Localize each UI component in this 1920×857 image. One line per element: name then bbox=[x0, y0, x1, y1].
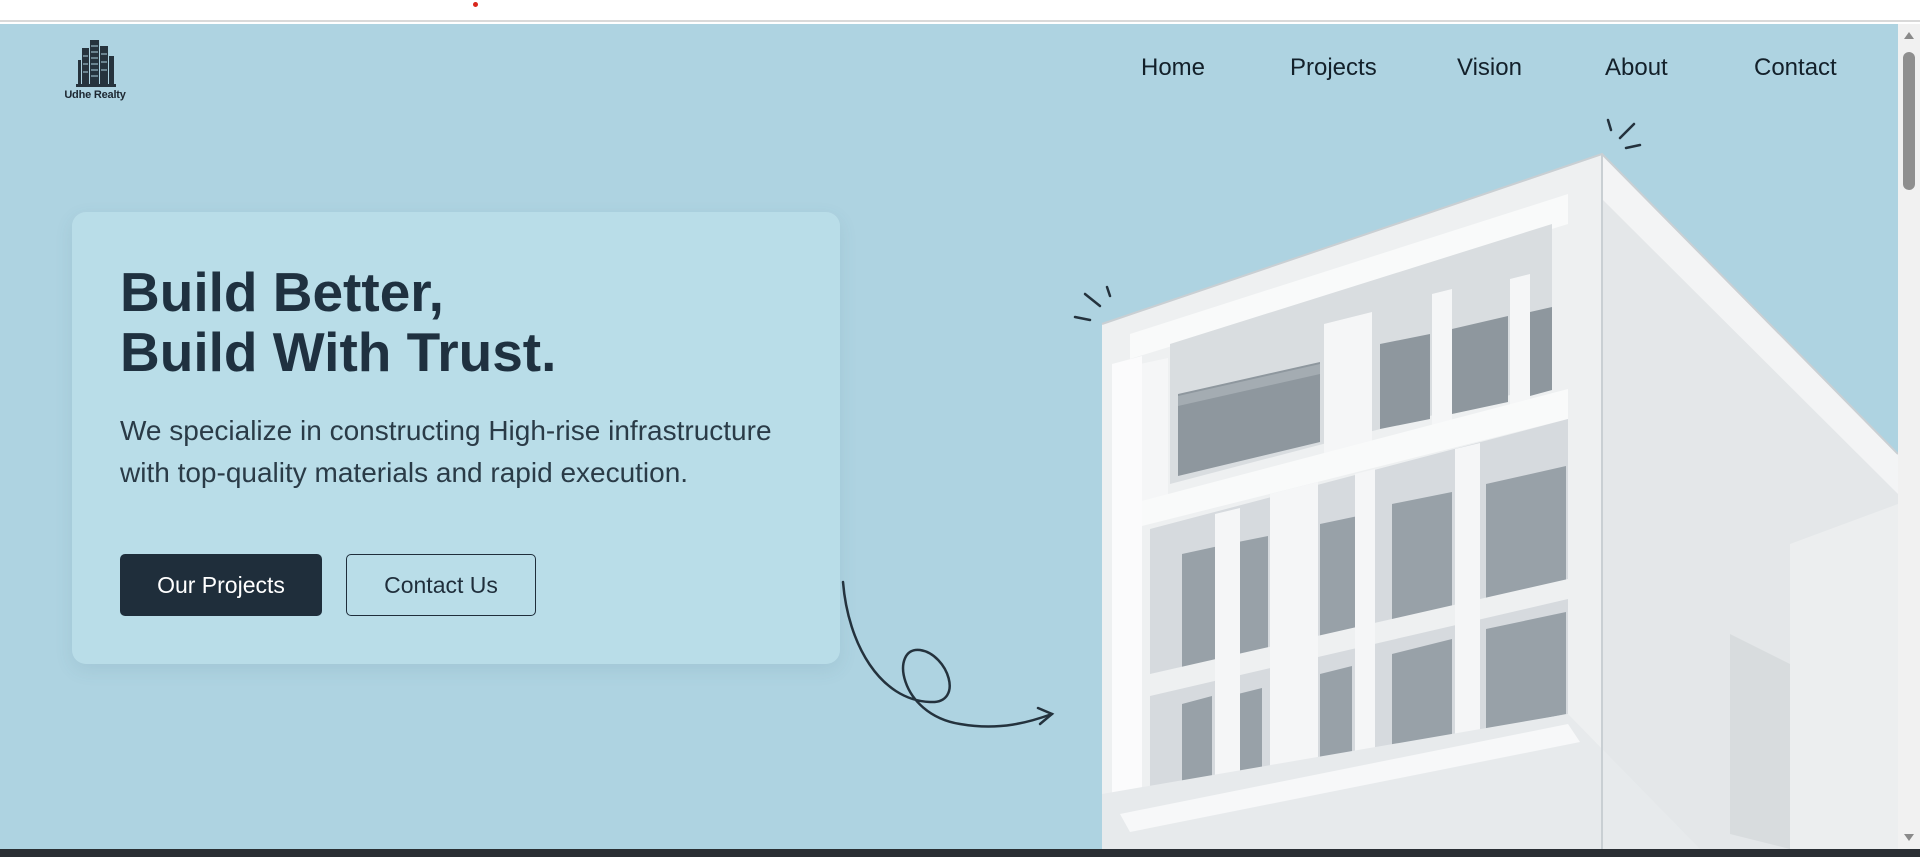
scroll-down-arrow-icon[interactable] bbox=[1904, 834, 1914, 841]
our-projects-button[interactable]: Our Projects bbox=[120, 554, 322, 616]
hero-title-line-1: Build Better, bbox=[120, 261, 444, 323]
recording-indicator-icon bbox=[473, 2, 478, 7]
hero-description: We specialize in constructing High-rise … bbox=[120, 415, 772, 488]
nav-contact[interactable]: Contact bbox=[1754, 54, 1837, 82]
page-viewport: Udhe Realty Home Projects Vision About C… bbox=[0, 24, 1898, 849]
building-logo-icon bbox=[76, 40, 116, 87]
logo-text: Udhe Realty bbox=[64, 89, 126, 101]
hero-title: Build Better, Build With Trust. bbox=[120, 262, 800, 382]
nav-projects[interactable]: Projects bbox=[1290, 54, 1377, 82]
contact-us-button[interactable]: Contact Us bbox=[346, 554, 536, 616]
brand-logo[interactable]: Udhe Realty bbox=[62, 34, 128, 104]
browser-top-bar bbox=[0, 0, 1920, 22]
scrollbar-thumb[interactable] bbox=[1903, 52, 1915, 190]
hero-card: Build Better, Build With Trust. We speci… bbox=[72, 212, 840, 664]
taskbar-strip bbox=[0, 849, 1920, 857]
nav-about[interactable]: About bbox=[1605, 54, 1668, 82]
hero-title-line-2: Build With Trust. bbox=[120, 321, 557, 383]
vertical-scrollbar[interactable] bbox=[1898, 24, 1920, 849]
nav-vision[interactable]: Vision bbox=[1457, 54, 1522, 82]
nav-home[interactable]: Home bbox=[1141, 54, 1205, 82]
scroll-up-arrow-icon[interactable] bbox=[1904, 32, 1914, 39]
